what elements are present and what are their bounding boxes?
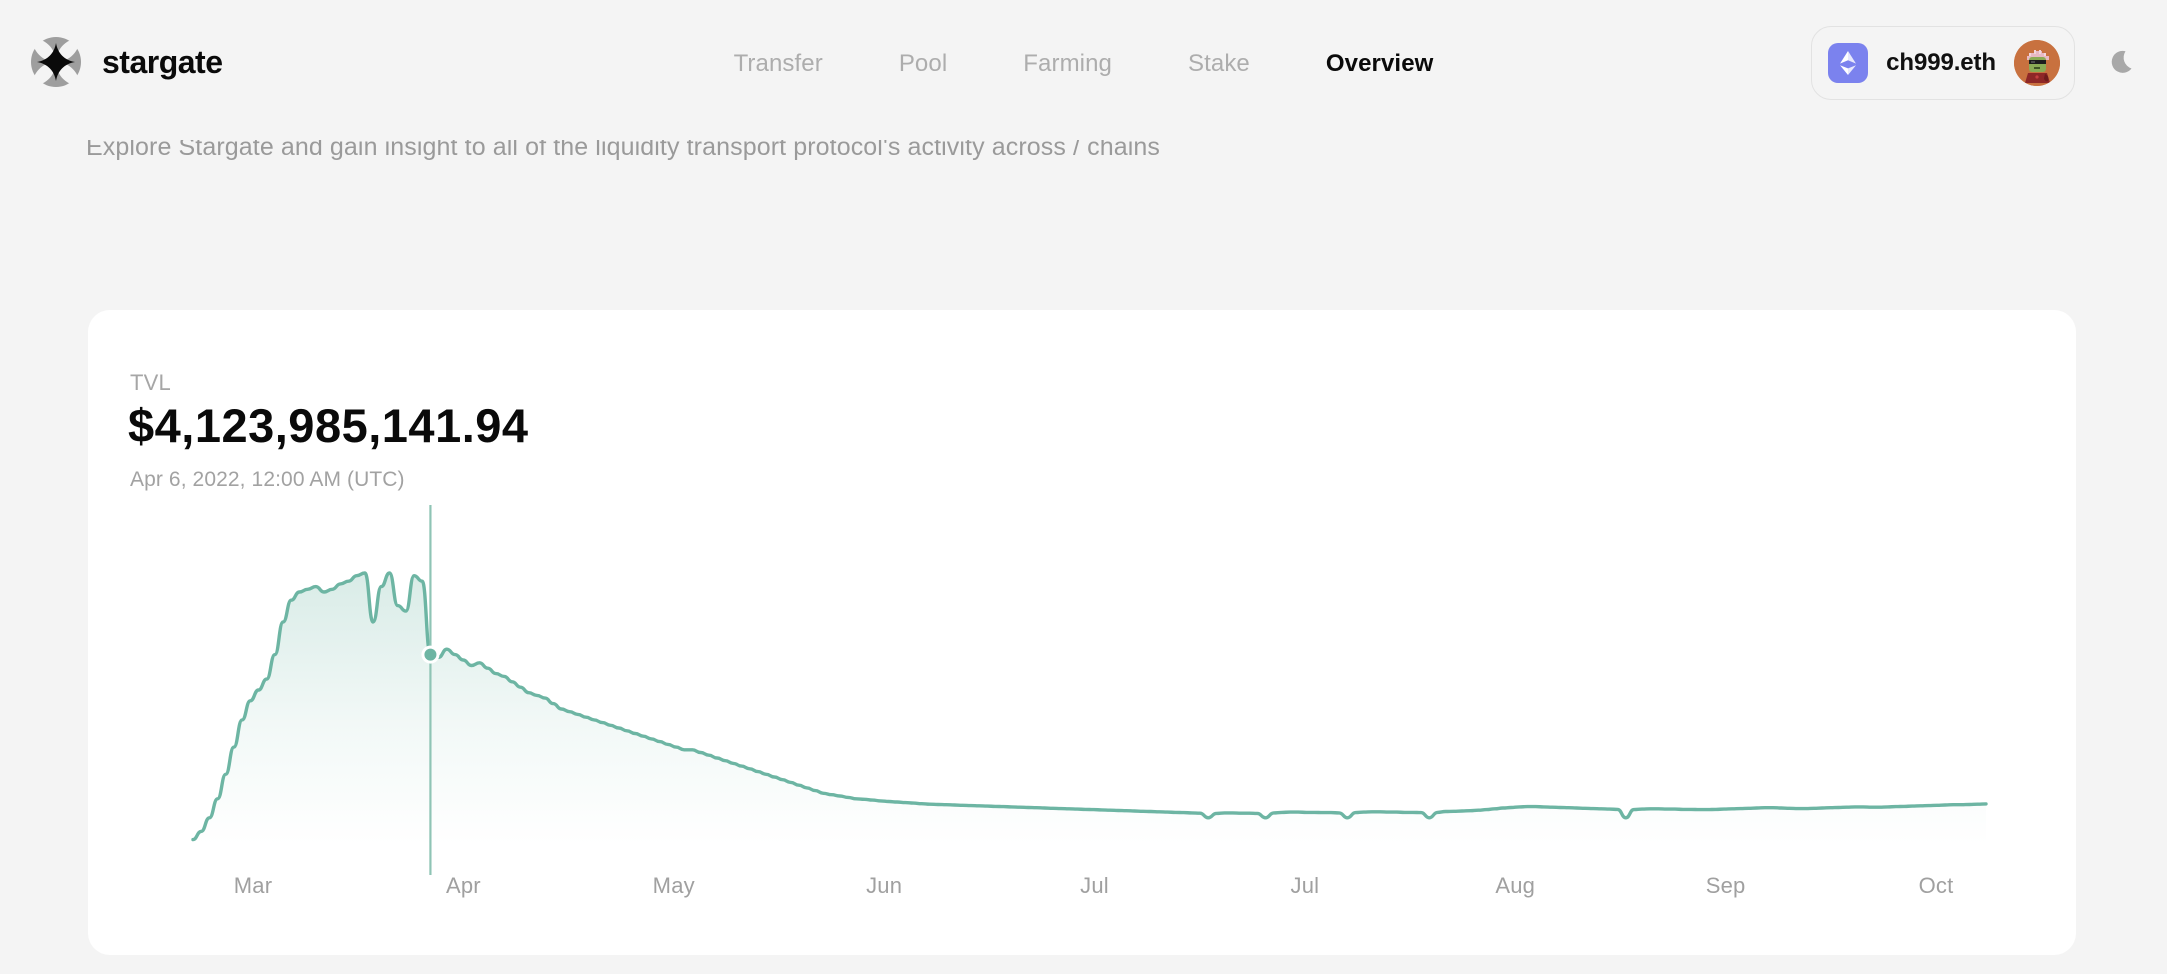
moon-icon[interactable] <box>2101 41 2145 85</box>
chart-area-fill <box>193 573 1986 845</box>
x-axis-tick: Mar <box>233 873 273 898</box>
tvl-value: $4,123,985,141.94 <box>128 399 529 452</box>
nav-item-overview[interactable]: Overview <box>1288 50 1472 78</box>
nav-item-transfer[interactable]: Transfer <box>696 50 861 78</box>
chart-marker-dot <box>424 648 437 661</box>
site-header: stargate Transfer Pool Farming Stake Ove… <box>0 0 2167 140</box>
nav-item-farming[interactable]: Farming <box>985 50 1150 78</box>
tvl-chart[interactable]: Mar Apr May Jun Jul Jul Aug Sep Oct <box>88 505 2076 955</box>
overview-page: stargate Transfer Pool Farming Stake Ove… <box>0 0 2167 974</box>
wallet-address: ch999.eth <box>1886 49 1996 76</box>
nav-item-stake[interactable]: Stake <box>1150 50 1288 78</box>
x-axis-tick: Sep <box>1705 873 1746 898</box>
x-axis-tick: Jul <box>1290 873 1320 898</box>
x-axis-tick: Apr <box>445 873 481 898</box>
chart-x-axis: Mar Apr May Jun Jul Jul Aug Sep Oct <box>88 873 2076 913</box>
nav-item-pool[interactable]: Pool <box>861 50 985 78</box>
wallet-zone: ch999.eth <box>1811 26 2145 100</box>
avatar[interactable] <box>2014 40 2060 86</box>
tvl-card: TVL $4,123,985,141.94 Apr 6, 2022, 12:00… <box>88 310 2076 955</box>
x-axis-tick: May <box>652 873 695 898</box>
tvl-area-chart[interactable] <box>88 505 2076 885</box>
x-axis-tick: Oct <box>1918 873 1954 898</box>
tvl-timestamp: Apr 6, 2022, 12:00 AM (UTC) <box>130 468 405 491</box>
wallet-button[interactable]: ch999.eth <box>1811 26 2075 100</box>
ethereum-diamond-icon[interactable] <box>1828 43 1869 83</box>
x-axis-tick: Aug <box>1495 873 1536 898</box>
tvl-label: TVL <box>130 370 171 395</box>
x-axis-tick: Jun <box>866 873 903 898</box>
x-axis-tick: Jul <box>1080 873 1109 898</box>
